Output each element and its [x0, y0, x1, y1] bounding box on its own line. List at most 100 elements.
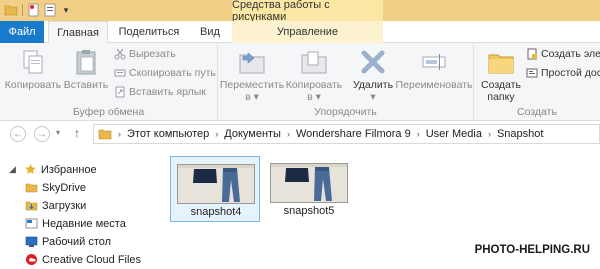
paste-icon	[76, 50, 96, 75]
organize-group: Переместить в ▾ Копировать в ▾ Удалить ▾	[218, 43, 474, 121]
nav-item-label: Рабочий стол	[42, 235, 112, 248]
tab-home[interactable]: Главная	[48, 21, 108, 44]
ribbon-tab-row: Файл Главная Поделиться Вид Управление	[0, 21, 600, 87]
organize-group-label: Упорядочить	[314, 106, 377, 118]
nav-item-desktop[interactable]: Рабочий стол	[25, 235, 111, 248]
nav-item-label: SkyDrive	[42, 181, 87, 194]
easy-access-button[interactable]: Простой дос	[526, 67, 600, 79]
new-group-label: Создать	[517, 106, 557, 118]
nav-item-label: Creative Cloud Files	[42, 253, 142, 266]
paste-label: Вставить	[63, 79, 109, 91]
delete-label: Удалить	[352, 79, 394, 91]
customize-dropdown-icon[interactable]: ▾	[59, 3, 73, 17]
nav-item-skydrive[interactable]: SkyDrive	[25, 181, 86, 194]
breadcrumb-separator-icon[interactable]: ›	[417, 129, 420, 139]
rename-button[interactable]: Переименовать	[394, 47, 474, 91]
navigation-pane: ◢ Избранное SkyDrive Загрузки Недавние м…	[0, 146, 150, 269]
copy-label: Копировать	[4, 79, 62, 91]
forward-arrow-icon: →	[37, 128, 47, 140]
copy-path-button[interactable]: Скопировать путь	[114, 67, 216, 79]
new-folder-label-line2: папку	[487, 91, 515, 103]
tab-view[interactable]: Вид	[190, 21, 230, 43]
easy-access-icon	[526, 68, 538, 78]
rename-label: Переименовать	[395, 79, 473, 91]
copy-to-label: Копировать	[285, 79, 343, 91]
downloads-folder-icon	[25, 201, 38, 211]
copy-button[interactable]: Копировать	[4, 47, 62, 91]
delete-dropdown: ▾	[370, 91, 376, 103]
paste-button[interactable]: Вставить	[62, 47, 110, 91]
star-icon	[25, 164, 36, 174]
file-item-snapshot4[interactable]: snapshot4	[170, 156, 260, 222]
recent-places-icon	[25, 218, 38, 229]
new-document-icon[interactable]	[27, 3, 41, 17]
nav-favorites[interactable]: ◢ Избранное	[9, 163, 97, 176]
new-folder-label-line1: Создать	[481, 79, 521, 91]
copy-to-icon	[301, 51, 327, 74]
qat-separator	[22, 4, 23, 16]
breadcrumb-this-pc[interactable]: Этот компьютер	[127, 128, 209, 140]
breadcrumb-user-media[interactable]: User Media	[426, 128, 482, 140]
file-name: snapshot5	[283, 205, 335, 217]
copy-to-button[interactable]: Копировать в ▾	[284, 47, 344, 103]
breadcrumb-separator-icon: ›	[118, 129, 121, 139]
address-bar[interactable]: › Этот компьютер › Документы › Wondersha…	[93, 124, 600, 144]
address-row: ← → ▾ ↑ › Этот компьютер › Документы › W…	[0, 122, 600, 146]
copy-to-dropdown: в ▾	[307, 91, 321, 103]
breadcrumb-documents[interactable]: Документы	[224, 128, 281, 140]
up-arrow-icon[interactable]: ↑	[74, 126, 80, 140]
snapshot-thumbnail	[270, 163, 348, 203]
title-bar: ▾ Средства работы с рисунками	[0, 0, 600, 23]
picture-tools-context-title: Средства работы с рисунками	[232, 0, 383, 23]
watermark: PHOTO-HELPING.RU	[474, 244, 590, 256]
breadcrumb-snapshot[interactable]: Snapshot	[497, 128, 543, 140]
folder-icon[interactable]	[4, 3, 18, 17]
quick-access-toolbar: ▾	[4, 3, 73, 17]
clipboard-group-label: Буфер обмена	[72, 106, 145, 118]
easy-access-label: Простой дос	[541, 67, 600, 79]
paste-shortcut-icon	[115, 86, 125, 98]
copy-path-icon	[114, 69, 126, 77]
chevron-down-icon[interactable]: ◢	[9, 164, 16, 175]
move-to-button[interactable]: Переместить в ▾	[219, 47, 285, 103]
delete-button[interactable]: Удалить ▾	[348, 47, 398, 103]
new-item-button[interactable]: Создать элем	[526, 48, 600, 60]
folder-icon	[25, 183, 38, 193]
nav-item-recent-places[interactable]: Недавние места	[25, 217, 126, 230]
breadcrumb-filmora[interactable]: Wondershare Filmora 9	[296, 128, 411, 140]
back-arrow-icon: ←	[13, 128, 23, 140]
cut-label: Вырезать	[129, 48, 176, 60]
tab-manage[interactable]: Управление	[232, 21, 383, 43]
delete-x-icon	[361, 50, 385, 74]
file-name: snapshot4	[190, 206, 242, 218]
breadcrumb-separator-icon[interactable]: ›	[215, 129, 218, 139]
rename-icon	[422, 54, 446, 70]
nav-item-downloads[interactable]: Загрузки	[25, 199, 86, 212]
tab-share[interactable]: Поделиться	[113, 21, 185, 43]
back-button[interactable]: ←	[10, 126, 26, 142]
nav-item-creative-cloud[interactable]: Creative Cloud Files	[25, 253, 141, 266]
paste-shortcut-label: Вставить ярлык	[129, 86, 206, 98]
nav-item-label: Недавние места	[42, 217, 126, 230]
desktop-icon	[25, 236, 38, 247]
ribbon: Копировать Вставить Вырезать Скопировать…	[0, 43, 600, 121]
snapshot-thumbnail	[177, 164, 255, 204]
paste-shortcut-button[interactable]: Вставить ярлык	[114, 86, 206, 98]
new-group: Создать папку Создать элем Простой дос С…	[474, 43, 600, 121]
clipboard-group: Копировать Вставить Вырезать Скопировать…	[0, 43, 218, 121]
file-item-snapshot5[interactable]: snapshot5	[264, 156, 354, 222]
new-item-icon	[527, 48, 537, 60]
recent-locations-dropdown-icon[interactable]: ▾	[56, 128, 60, 137]
copy-path-label: Скопировать путь	[129, 67, 216, 79]
breadcrumb-separator-icon[interactable]: ›	[287, 129, 290, 139]
new-item-label: Создать элем	[541, 48, 600, 60]
cut-button[interactable]: Вырезать	[114, 48, 176, 60]
new-folder-icon	[488, 54, 514, 74]
new-folder-button[interactable]: Создать папку	[476, 47, 526, 103]
creative-cloud-icon	[26, 254, 37, 265]
breadcrumb-separator-icon[interactable]: ›	[488, 129, 491, 139]
move-to-dropdown: в ▾	[245, 91, 259, 103]
forward-button[interactable]: →	[34, 126, 50, 142]
move-to-label: Переместить	[219, 79, 285, 91]
properties-icon[interactable]	[43, 3, 57, 17]
